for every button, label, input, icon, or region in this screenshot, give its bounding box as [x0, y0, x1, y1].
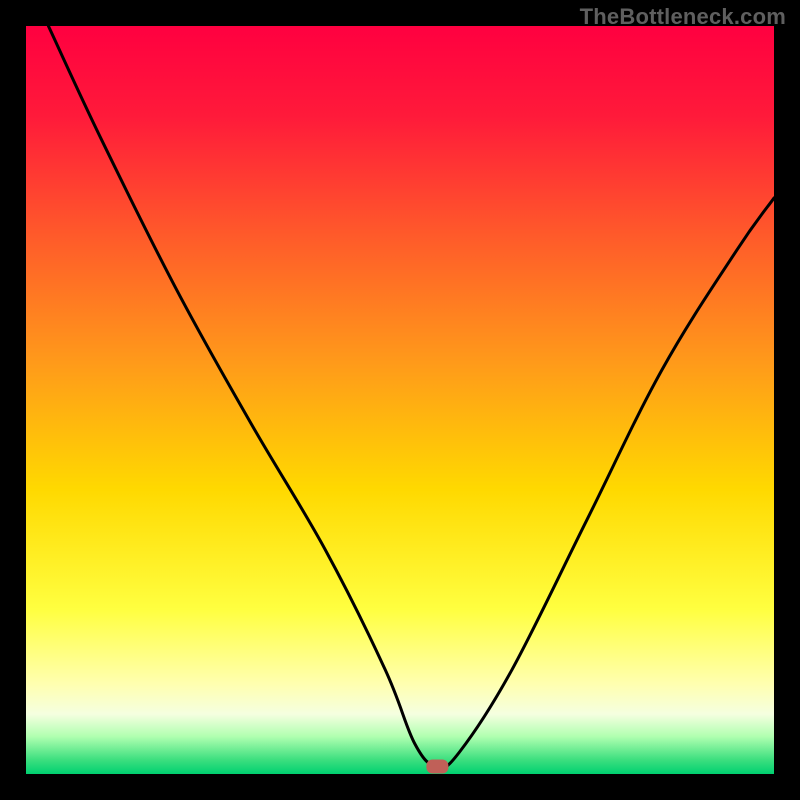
- chart-svg: [26, 26, 774, 774]
- chart-frame: TheBottleneck.com: [0, 0, 800, 800]
- plot-area: [26, 26, 774, 774]
- optimal-point-marker: [426, 760, 448, 774]
- gradient-background: [26, 26, 774, 774]
